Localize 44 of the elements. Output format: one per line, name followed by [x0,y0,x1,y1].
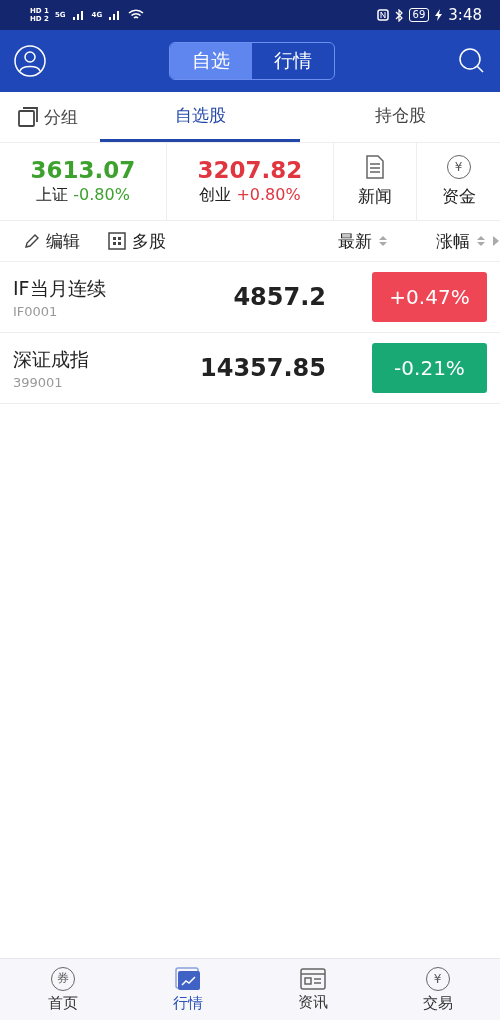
multi-stock-button[interactable]: 多股 [108,229,166,253]
bluetooth-icon [394,8,403,22]
stock-code: IF0001 [13,303,59,319]
nfc-icon [376,9,389,21]
stock-code: 399001 [13,374,64,390]
shortcut-button[interactable]: 新闻 [334,143,417,220]
copy-icon [18,107,38,127]
wifi-icon [128,9,145,21]
change-badge[interactable]: +0.47% [372,272,487,322]
nav-tab[interactable]: 券 首页 [0,959,125,1020]
right-arrow-icon [492,235,500,247]
sort-icon [378,235,388,247]
shortcut-button[interactable]: ¥ 资金 [417,143,500,220]
sort-latest-button[interactable]: 最新 [338,229,388,253]
stock-name: 深证成指 [13,346,90,372]
search-icon[interactable] [458,47,486,75]
battery-level: 69 [408,8,430,22]
index-value: 3207.82 [197,157,303,183]
document-icon [364,155,386,179]
index-change: -0.80% [73,185,130,204]
pencil-icon [24,233,40,249]
index-change: +0.80% [236,185,301,204]
index-name: 创业 [199,185,232,204]
nav-tab[interactable]: 资讯 [250,959,375,1020]
clock-time: 3:48 [448,6,482,24]
index-name: 上证 [36,185,69,204]
newspaper-icon [299,967,326,990]
list-tab[interactable]: 持仓股 [300,92,500,142]
signal-icon [71,9,86,21]
segment-tab[interactable]: 行情 [252,43,334,79]
sort-change-button[interactable]: 涨幅 [436,229,500,253]
sort-icon [476,235,486,247]
index-value: 3613.07 [30,157,136,183]
nav-tab[interactable]: 行情 [125,959,250,1020]
profile-icon[interactable] [14,45,46,77]
stock-price: 14357.85 [199,354,326,382]
grid-icon [108,232,126,250]
list-tab[interactable]: 自选股 [100,92,300,142]
chart-icon [174,966,201,991]
stock-name: IF当月连续 [13,275,107,301]
nav-tab[interactable]: ¥ 交易 [375,959,500,1020]
edit-button[interactable]: 编辑 [24,229,80,253]
stock-price: 4857.2 [232,283,326,311]
group-button[interactable]: 分组 [0,92,100,142]
